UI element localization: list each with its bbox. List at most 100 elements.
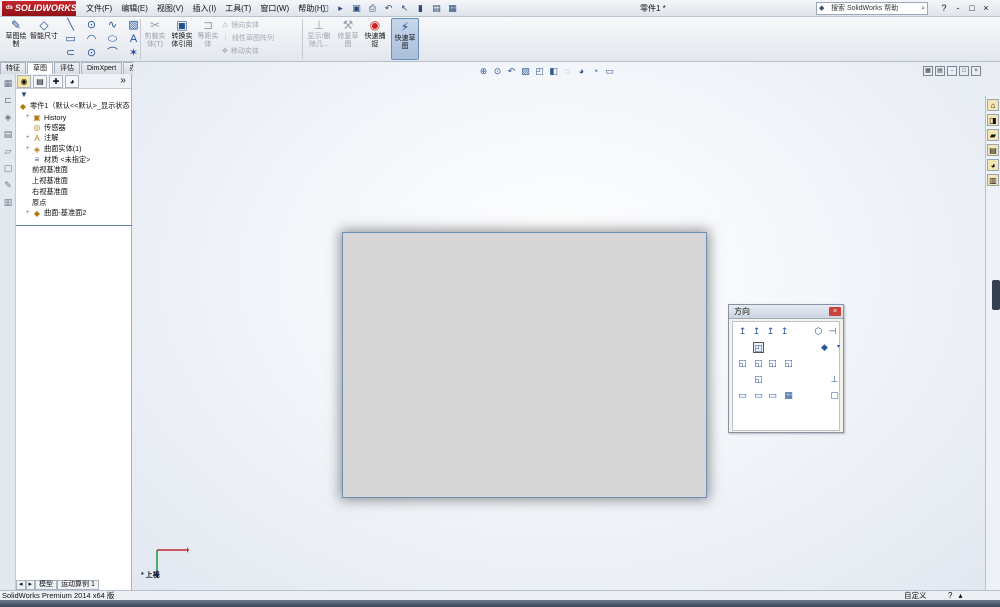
- slot-tool-icon[interactable]: ⊂: [60, 46, 81, 60]
- tree-node-origin[interactable]: ↳ 原点: [18, 197, 235, 510]
- repair-sketch-button[interactable]: ⚒ 修复草图: [336, 18, 360, 49]
- chevron-right-icon[interactable]: »: [116, 75, 130, 88]
- sketch-draw-button[interactable]: ✎ 草图绘制: [4, 18, 28, 49]
- units-selector[interactable]: 自定义: [904, 591, 927, 600]
- select-pointer-icon[interactable]: ↖: [398, 2, 411, 14]
- constraint-icon[interactable]: ⊏: [2, 94, 14, 106]
- trim-entities-button[interactable]: ✂ 剪裁实体(T): [142, 18, 168, 49]
- view-palette-icon[interactable]: ▤: [987, 144, 999, 156]
- open-folder-icon[interactable]: ▸: [334, 2, 347, 14]
- tab-sketch[interactable]: 草图: [27, 62, 53, 74]
- ellipse-tool-icon[interactable]: ⬭: [102, 32, 123, 46]
- check-icon[interactable]: ▢: [2, 162, 14, 174]
- convert-entities-button[interactable]: ▣ 转换实体引用: [170, 18, 194, 49]
- tree-node-history[interactable]: + ▣ History: [18, 112, 131, 123]
- surface-plane-body[interactable]: [342, 232, 707, 498]
- tree-node-surface-plane[interactable]: + ◆ 曲面-基准面2: [18, 208, 131, 219]
- right-view-icon[interactable]: ◱: [783, 358, 794, 369]
- close-icon[interactable]: ×: [829, 307, 841, 316]
- new-document-icon[interactable]: ▢: [318, 2, 331, 14]
- appearances-icon[interactable]: ◕: [987, 159, 999, 171]
- mirror-entities-button[interactable]: ⚠ 镜向实体: [222, 19, 277, 32]
- viewport-tile-icon[interactable]: ▦: [923, 66, 933, 76]
- dimetric-view-icon[interactable]: ◱: [767, 358, 778, 369]
- filter-icon[interactable]: ▼: [16, 89, 131, 101]
- front-view-icon[interactable]: ↥: [751, 326, 762, 337]
- view-orientation-icon[interactable]: ◰: [534, 66, 545, 77]
- smart-dimension-button[interactable]: ◇ 智能尺寸: [30, 18, 58, 41]
- back-view-icon[interactable]: ↥: [765, 326, 776, 337]
- search-icon[interactable]: ⌕: [921, 3, 925, 14]
- arc-tool-icon[interactable]: ◠: [81, 32, 102, 46]
- move-entities-button[interactable]: ✥ 移动实体: [222, 45, 277, 58]
- tree-node-right-plane[interactable]: ◇ 右视基准面: [18, 187, 235, 510]
- graphics-area[interactable]: ⊕ ⊙ ↶ ▨ ◰ ◧ ◌ ◕ ◔ ▭ ▦ ▤ - □ × * 上视: [133, 62, 985, 590]
- hide-show-items-icon[interactable]: ◌: [562, 66, 573, 77]
- two-view-vertical-icon[interactable]: ▭: [767, 390, 778, 401]
- left-view-icon[interactable]: ↥: [779, 326, 790, 337]
- menu-edit[interactable]: 编辑(E): [121, 2, 148, 15]
- grid-icon[interactable]: ▦: [2, 77, 14, 89]
- tree-node-sensors[interactable]: ◎ 传感器: [18, 122, 131, 133]
- solidworks-logo[interactable]: ᵈˢ SOLIDWORKS: [2, 1, 77, 16]
- zoom-to-fit-icon[interactable]: ⊕: [478, 66, 489, 77]
- fillet-tool-icon[interactable]: ⌒: [102, 46, 123, 60]
- menu-file[interactable]: 文件(F): [86, 2, 112, 15]
- resources-icon[interactable]: ⌂: [987, 99, 999, 111]
- rectangle-tool-icon[interactable]: ▭: [60, 32, 81, 46]
- tree-node-material[interactable]: ≡ 材质 <未指定>: [18, 154, 131, 165]
- tab-dimxpert[interactable]: DimXpert: [81, 62, 123, 74]
- circle-tool-icon[interactable]: ⊙: [81, 18, 102, 32]
- two-view-horizontal-icon[interactable]: ▭: [753, 390, 764, 401]
- isometric-view-icon[interactable]: ◱: [737, 358, 748, 369]
- view-selector-icon[interactable]: ◆: [819, 342, 830, 353]
- save-icon[interactable]: ▣: [350, 2, 363, 14]
- rapid-sketch-button[interactable]: ⚡ 快速草图: [391, 18, 419, 60]
- display-manager-tab-icon[interactable]: ◕: [65, 75, 79, 88]
- tab-evaluate[interactable]: 评估: [54, 62, 80, 74]
- polygon-tool-icon[interactable]: ⊙: [81, 46, 102, 60]
- bottom-view-icon[interactable]: ◱: [753, 374, 764, 385]
- help-search-input[interactable]: ◆ 搜索 SolidWorks 帮助 ⌕: [816, 2, 928, 15]
- viewport-maximize-icon[interactable]: □: [959, 66, 969, 76]
- viewport-close-icon[interactable]: ×: [971, 66, 981, 76]
- top-view-icon[interactable]: ◰: [753, 342, 764, 353]
- options-icon[interactable]: ▦: [446, 2, 459, 14]
- up-axis-icon[interactable]: ⊥: [829, 374, 840, 385]
- edit-appearance-icon[interactable]: ◕: [576, 66, 587, 77]
- offset-entities-button[interactable]: ⊐ 等距实体: [197, 18, 219, 49]
- tree-node-top-plane[interactable]: ◇ 上视基准面: [18, 176, 235, 510]
- four-view-icon[interactable]: ▦: [783, 390, 794, 401]
- rollback-bar[interactable]: [16, 225, 132, 226]
- scroll-left-icon[interactable]: ◂: [16, 580, 26, 590]
- layer-icon[interactable]: ▤: [2, 128, 14, 140]
- viewport-minimize-icon[interactable]: -: [947, 66, 957, 76]
- edit-icon[interactable]: ✎: [2, 179, 14, 191]
- tree-node-surface-bodies[interactable]: + ◈ 曲面实体(1): [18, 144, 131, 155]
- property-manager-tab-icon[interactable]: ▤: [33, 75, 47, 88]
- task-pane-collapse-handle[interactable]: [992, 280, 1000, 310]
- normal-to-icon[interactable]: ↥: [737, 326, 748, 337]
- help-status-icon[interactable]: ?: [948, 591, 952, 600]
- menu-view[interactable]: 视图(V): [157, 2, 184, 15]
- previous-view-icon[interactable]: ↶: [506, 66, 517, 77]
- scroll-right-icon[interactable]: ▸: [25, 580, 36, 590]
- expand-status-icon[interactable]: ▴: [958, 591, 962, 600]
- tab-features[interactable]: 特征: [0, 62, 26, 74]
- design-library-icon[interactable]: ◨: [987, 114, 999, 126]
- tab-motion-study[interactable]: 运动算例 1: [57, 580, 99, 590]
- configuration-tab-icon[interactable]: ✚: [49, 75, 63, 88]
- feature-tree-tab-icon[interactable]: ◉: [17, 75, 31, 88]
- help-icon[interactable]: ?: [938, 2, 950, 14]
- close-icon[interactable]: ×: [980, 2, 992, 14]
- orientation-dialog-title[interactable]: 方向 ×: [729, 305, 843, 319]
- link-views-icon[interactable]: ▢: [829, 390, 840, 401]
- quick-snaps-button[interactable]: ◉ 快速捕捉: [364, 18, 386, 49]
- zoom-to-area-icon[interactable]: ⊙: [492, 66, 503, 77]
- file-explorer-icon[interactable]: ▰: [987, 129, 999, 141]
- tab-model[interactable]: 模型: [35, 580, 58, 590]
- line-tool-icon[interactable]: ╲: [60, 18, 81, 32]
- view-cube-icon[interactable]: ⬡: [813, 326, 824, 337]
- custom-properties-icon[interactable]: ▥: [987, 174, 999, 186]
- pin-icon[interactable]: ⊣: [827, 326, 838, 337]
